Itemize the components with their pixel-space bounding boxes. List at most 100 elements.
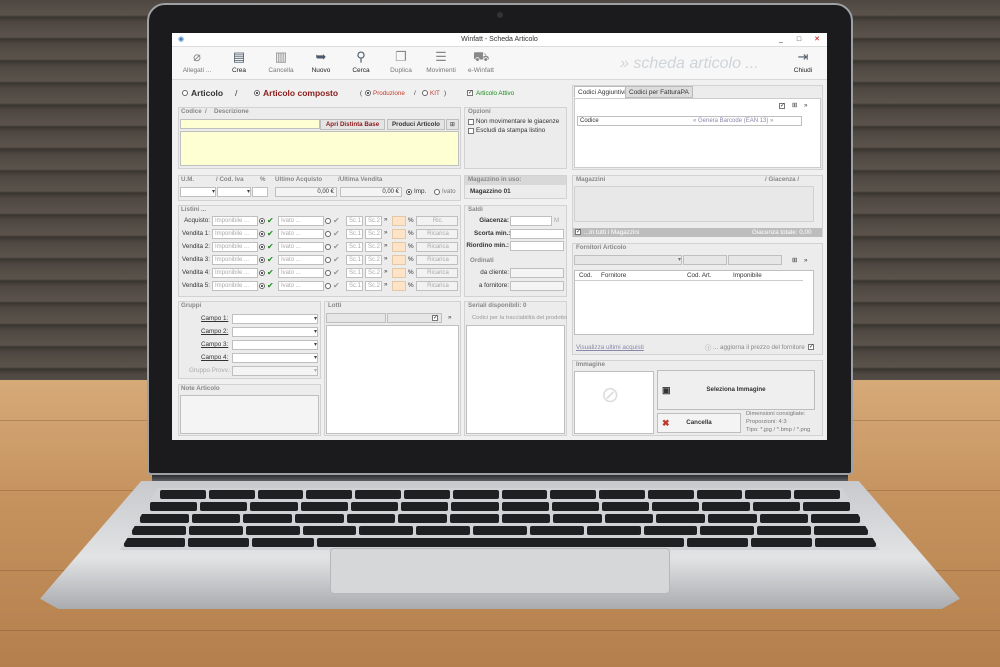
more-icon[interactable]: »	[384, 255, 388, 262]
giacenza-input[interactable]	[510, 216, 552, 226]
tab-codici-fatturapa[interactable]: Codici per FatturaPA	[625, 86, 693, 98]
listino-ricarica-button[interactable]: Ricarica	[416, 268, 458, 278]
minimize-button[interactable]: _	[772, 33, 790, 47]
cancella-button[interactable]: ▥ Cancella	[262, 49, 300, 74]
listino-imp-radio[interactable]	[259, 270, 265, 276]
fornitori-more-icon[interactable]: »	[804, 257, 808, 264]
listino-sc1-input[interactable]: Sc.1	[346, 216, 363, 226]
codice-aggiuntivo-row[interactable]: Codice « Genera Barcode (EAN 13) »	[577, 116, 802, 126]
listino-ricarica-button[interactable]: Ricarica	[416, 229, 458, 239]
listino-imponibile-input[interactable]: Imponibile ...	[212, 242, 258, 252]
scorta-input[interactable]	[510, 229, 564, 239]
duplica-button[interactable]: ❐ Duplica	[382, 49, 420, 74]
more-icon[interactable]: »	[384, 268, 388, 275]
listino-ricarica-pct[interactable]	[392, 229, 406, 239]
listino-ivato-radio[interactable]	[325, 218, 331, 224]
percent-field[interactable]	[252, 187, 268, 197]
imp-radio[interactable]	[406, 189, 412, 195]
listino-sc2-input[interactable]: Sc.2	[365, 255, 382, 265]
listino-imponibile-input[interactable]: Imponibile ...	[212, 281, 258, 291]
campo2-select[interactable]: ▾	[232, 327, 318, 337]
crea-button[interactable]: ▤ Crea	[220, 49, 258, 74]
campo2-label[interactable]: Campo 2:	[201, 328, 228, 335]
listino-imponibile-input[interactable]: Imponibile ...	[212, 255, 258, 265]
fornitori-grid-icon[interactable]: ⊞	[792, 257, 797, 264]
listino-imp-radio[interactable]	[259, 231, 265, 237]
campo4-select[interactable]: ▾	[232, 353, 318, 363]
listino-sc2-input[interactable]: Sc.2	[365, 268, 382, 278]
seriali-list[interactable]	[466, 325, 565, 434]
listino-ricarica-pct[interactable]	[392, 242, 406, 252]
ewinfatt-button[interactable]: ⛟ e-Winfatt	[462, 49, 500, 74]
more-icon[interactable]: »	[384, 281, 388, 288]
cancella-immagine-button[interactable]: ✖ Cancella	[657, 413, 741, 433]
campo1-label[interactable]: Campo 1:	[201, 315, 228, 322]
listino-sc2-input[interactable]: Sc.2	[365, 216, 382, 226]
listino-ivato-input[interactable]: Ivato ...	[278, 255, 324, 265]
listino-sc2-input[interactable]: Sc.2	[365, 229, 382, 239]
listino-imponibile-input[interactable]: Imponibile ...	[212, 229, 258, 239]
listino-sc2-input[interactable]: Sc.2	[365, 242, 382, 252]
maximize-button[interactable]: □	[790, 33, 808, 47]
riordino-input[interactable]	[510, 241, 564, 251]
listino-ivato-radio[interactable]	[325, 257, 331, 263]
listino-ivato-input[interactable]: Ivato ...	[278, 229, 324, 239]
codice-input[interactable]	[180, 119, 320, 129]
ivato-radio[interactable]	[434, 189, 440, 195]
listino-imponibile-input[interactable]: Imponibile ...	[212, 268, 258, 278]
listino-sc1-input[interactable]: Sc.1	[346, 281, 363, 291]
escludi-stampa-checkbox[interactable]	[468, 128, 474, 134]
listino-sc2-input[interactable]: Sc.2	[365, 281, 382, 291]
listino-ivato-radio[interactable]	[325, 270, 331, 276]
note-textarea[interactable]	[180, 395, 319, 434]
in-tutti-magazzini-checkbox[interactable]: ✓	[575, 229, 581, 235]
listino-sc1-input[interactable]: Sc.1	[346, 229, 363, 239]
listino-ricarica-pct[interactable]	[392, 268, 406, 278]
campo3-label[interactable]: Campo 3:	[201, 341, 228, 348]
produzione-radio[interactable]	[365, 90, 371, 96]
cod-iva-select[interactable]: ▾	[217, 187, 251, 197]
listino-ricarica-button[interactable]: Ricarica	[416, 242, 458, 252]
listino-imp-radio[interactable]	[259, 283, 265, 289]
articolo-composto-radio[interactable]	[254, 90, 260, 96]
listino-ivato-input[interactable]: Ivato ...	[278, 268, 324, 278]
um-select[interactable]: ▾	[180, 187, 216, 197]
listino-imp-radio[interactable]	[259, 244, 265, 250]
articolo-radio[interactable]	[182, 90, 188, 96]
non-movimentare-checkbox[interactable]	[468, 119, 474, 125]
magazzini-list[interactable]	[574, 186, 814, 222]
listino-ivato-radio[interactable]	[325, 283, 331, 289]
campo3-select[interactable]: ▾	[232, 340, 318, 350]
cerca-button[interactable]: ⚲ Cerca	[342, 49, 380, 74]
genera-barcode-link[interactable]: « Genera Barcode (EAN 13) »	[693, 117, 773, 125]
listino-sc1-input[interactable]: Sc.1	[346, 268, 363, 278]
more-icon[interactable]: »	[384, 242, 388, 249]
lotti-checkbox[interactable]: ✓	[432, 315, 438, 321]
gruppo-provv-select[interactable]: ▾	[232, 366, 318, 376]
listino-sc1-input[interactable]: Sc.1	[346, 242, 363, 252]
listino-sc1-input[interactable]: Sc.1	[346, 255, 363, 265]
close-button[interactable]: ✕	[808, 33, 826, 47]
listino-ricarica-button[interactable]: Ric.	[416, 216, 458, 226]
listino-ricarica-pct[interactable]	[392, 255, 406, 265]
movimenti-button[interactable]: ☰ Movimenti	[422, 49, 460, 74]
listino-imp-radio[interactable]	[259, 257, 265, 263]
grid-icon[interactable]: ⊞	[446, 119, 459, 130]
descrizione-input[interactable]	[180, 131, 459, 166]
visualizza-acquisti-link[interactable]: Visualizza ultimi acquisti	[576, 344, 644, 351]
listino-ricarica-button[interactable]: Ricarica	[416, 255, 458, 265]
listino-imp-radio[interactable]	[259, 218, 265, 224]
lotti-more-icon[interactable]: »	[448, 314, 452, 321]
codici-checkbox[interactable]: ✓	[779, 103, 785, 109]
allegati-button[interactable]: ⌀ Allegati ...	[178, 49, 216, 74]
seleziona-immagine-button[interactable]: ▣ Seleziona Immagine	[657, 370, 815, 410]
listino-ivato-input[interactable]: Ivato ...	[278, 216, 324, 226]
listino-ivato-input[interactable]: Ivato ...	[278, 242, 324, 252]
campo1-select[interactable]: ▾	[232, 314, 318, 324]
aggiorna-prezzo-checkbox[interactable]: ✓	[808, 344, 814, 350]
more-icon[interactable]: »	[384, 229, 388, 236]
apri-distinta-base-button[interactable]: Apri Distinta Base	[320, 119, 385, 130]
kit-radio[interactable]	[422, 90, 428, 96]
more-icon[interactable]: »	[384, 216, 388, 223]
codici-grid-icon[interactable]: ⊞	[792, 102, 797, 109]
